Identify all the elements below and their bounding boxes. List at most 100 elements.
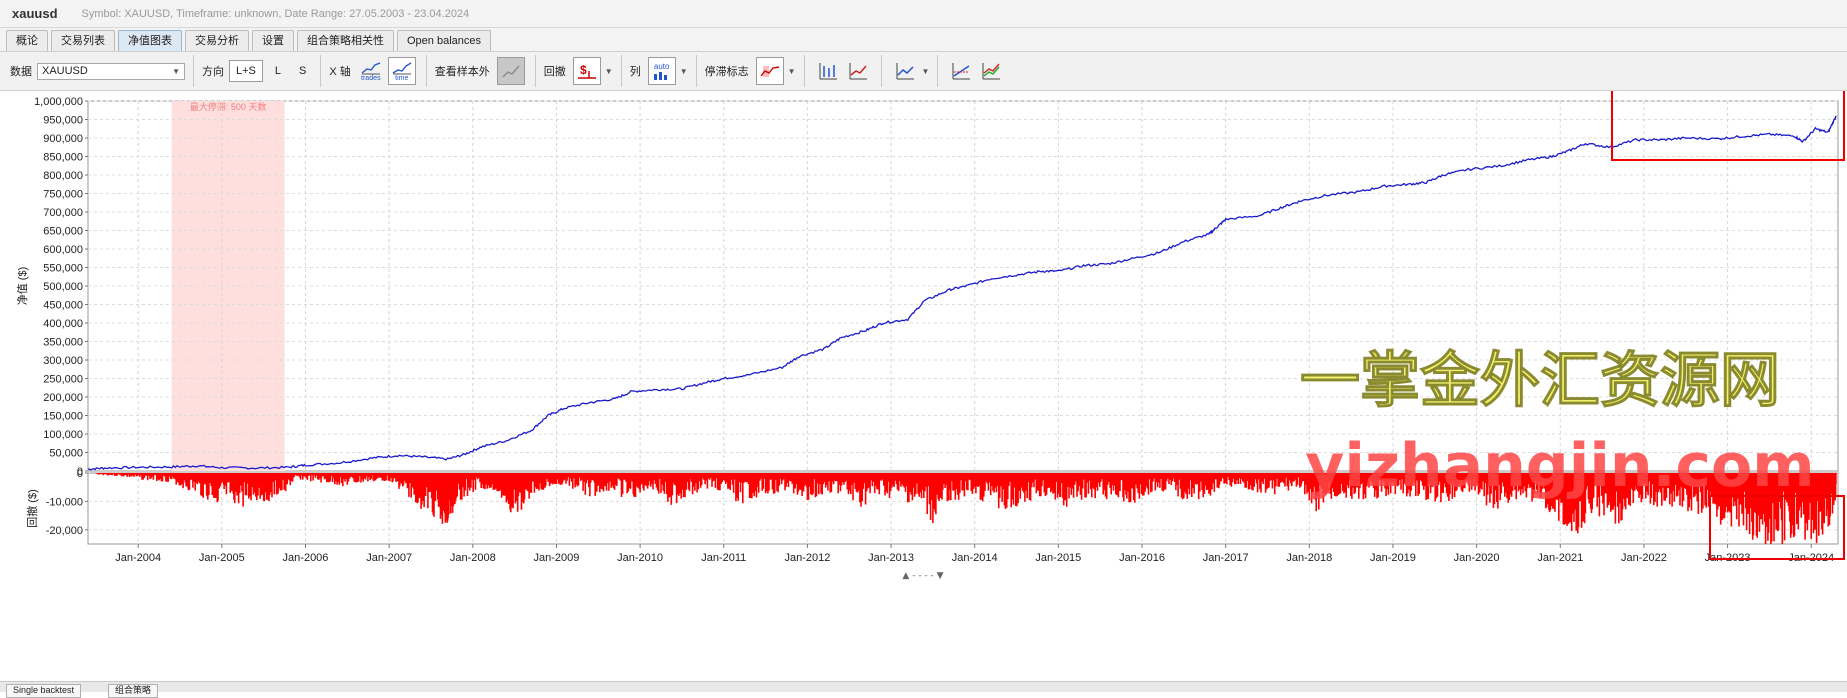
drawdown-y-tick-label: -10,000 <box>46 496 83 508</box>
equity-y-tick-label: 700,000 <box>43 207 83 219</box>
data-select[interactable]: XAUUSD ▼ <box>37 62 185 80</box>
data-group: 数据 XAUUSD ▼ <box>6 55 194 87</box>
watermark-title: 一掌金外汇资源网 <box>1300 346 1780 416</box>
x-tick-label: Jan-2016 <box>1119 552 1165 564</box>
x-tick-label: Jan-2010 <box>617 552 663 564</box>
bar-chart-icon <box>819 63 837 80</box>
equity-y-tick-label: 250,000 <box>43 374 83 386</box>
regression-icon <box>952 63 971 80</box>
stagnation-label: 停滞标志 <box>704 66 749 78</box>
equity-y-tick-label: 950,000 <box>43 115 83 127</box>
backtest-info: Symbol: XAUUSD, Timeframe: unknown, Date… <box>81 7 470 20</box>
direction-long-short-button[interactable]: L+S <box>229 60 263 82</box>
bar-chart-view-button[interactable] <box>815 58 841 84</box>
x-axis-time-label: time <box>395 74 409 82</box>
tab-correlation[interactable]: 组合策略相关性 <box>297 30 394 51</box>
equity-y-tick-label: 400,000 <box>43 318 83 330</box>
multi-series-chart-button[interactable] <box>978 58 1004 84</box>
x-axis-trades-label: trades <box>361 74 381 82</box>
compare-dropdown-icon[interactable]: ▼ <box>922 67 930 76</box>
x-tick-label: Jan-2007 <box>366 552 412 564</box>
drawdown-group: 回撤 $ ▼ <box>536 55 622 87</box>
tab-open-balances[interactable]: Open balances <box>397 30 491 51</box>
equity-y-tick-label: 500,000 <box>43 281 83 293</box>
regression-chart-button[interactable] <box>948 58 974 84</box>
stagnation-label: 最大停滞: 500 天数 <box>190 101 267 112</box>
line-chart-red-icon <box>849 63 867 80</box>
tab-settings[interactable]: 设置 <box>252 30 294 51</box>
direction-short-button[interactable]: S <box>293 61 312 81</box>
equity-y-tick-label: 800,000 <box>43 170 83 182</box>
multi-line-icon <box>982 63 1001 80</box>
equity-y-tick-label: 1,000,000 <box>34 96 83 108</box>
columns-dropdown-icon[interactable]: ▼ <box>680 67 688 76</box>
chevron-down-icon: ▼ <box>172 66 180 76</box>
x-tick-label: Jan-2014 <box>952 552 998 564</box>
equity-y-tick-label: 850,000 <box>43 152 83 164</box>
tab-equity-chart[interactable]: 净值图表 <box>118 30 182 51</box>
columns-group: 列 auto ▼ <box>622 55 697 87</box>
equity-y-tick-label: 50,000 <box>49 448 83 460</box>
x-tick-label: Jan-2020 <box>1454 552 1500 564</box>
x-tick-label: Jan-2022 <box>1621 552 1667 564</box>
oos-toggle-button[interactable] <box>496 57 525 85</box>
drawdown-mode-button[interactable]: $ <box>572 57 601 85</box>
equity-y-axis-label: 净值 ($) <box>15 267 29 306</box>
x-tick-label: Jan-2011 <box>701 552 746 564</box>
drawdown-dropdown-icon[interactable]: ▼ <box>605 67 613 76</box>
chart-compare-icon <box>896 63 914 80</box>
x-tick-label: Jan-2005 <box>199 552 245 564</box>
equity-chart-area: 最大停滞: 500 天数 Jan-2004 Jan-2005 Jan-2006 Jan-… <box>0 86 1847 670</box>
line-chart-view-button[interactable] <box>845 58 871 84</box>
x-axis-trades-button[interactable]: trades <box>358 58 384 84</box>
direction-group: 方向 L+S L S <box>194 55 322 87</box>
tab-overview[interactable]: 概论 <box>6 30 48 51</box>
stagnation-button[interactable] <box>755 57 784 85</box>
equity-chart[interactable]: 最大停滞: 500 天数 Jan-2004 Jan-2005 Jan-2006 Jan-… <box>0 86 1847 670</box>
x-tick-label: Jan-2006 <box>283 552 329 564</box>
x-axis-time-button[interactable]: time <box>387 57 416 85</box>
drawdown-y-tick-label: 0 <box>77 468 83 480</box>
chart-type-group <box>805 55 882 87</box>
equity-y-tick-label: 200,000 <box>43 392 83 404</box>
equity-y-tick-label: 350,000 <box>43 337 83 349</box>
drawdown-label: 回撤 <box>543 66 566 78</box>
tab-trade-list[interactable]: 交易列表 <box>51 30 115 51</box>
equity-y-tick-label: 550,000 <box>43 263 83 275</box>
compare-chart-button[interactable] <box>892 58 918 84</box>
line-chart-icon <box>361 61 381 74</box>
x-tick-label: Jan-2017 <box>1203 552 1249 564</box>
splitter-handle[interactable]: ▲ - - - - ▼ <box>902 571 943 581</box>
direction-long-button[interactable]: L <box>269 61 287 81</box>
tab-trade-analysis[interactable]: 交易分析 <box>185 30 249 51</box>
chart-toolbar: 数据 XAUUSD ▼ 方向 L+S L S X 轴 trades time 查… <box>0 51 1847 91</box>
x-tick-label: Jan-2021 <box>1537 552 1583 564</box>
drawdown-y-tick-label: -20,000 <box>46 525 83 537</box>
compare-group: ▼ <box>882 55 939 87</box>
bottom-tab-bar: Single backtest 组合策略 <box>0 681 1847 698</box>
watermark-url: yizhangjin.com <box>1305 431 1814 501</box>
equity-y-tick-label: 100,000 <box>43 429 83 441</box>
oos-group: 查看样本外 <box>427 55 536 87</box>
x-axis-group: X 轴 trades time <box>321 55 427 87</box>
dollar-drawdown-icon: $ <box>577 63 596 79</box>
stagnation-dropdown-icon[interactable]: ▼ <box>788 67 796 76</box>
result-tabs: 概论 交易列表 净值图表 交易分析 设置 组合策略相关性 Open balanc… <box>0 28 1847 51</box>
x-tick-label: Jan-2018 <box>1286 552 1332 564</box>
direction-label: 方向 <box>202 66 224 78</box>
x-tick-label: Jan-2013 <box>868 552 914 564</box>
x-tick-label: Jan-2015 <box>1035 552 1081 564</box>
tab-portfolio[interactable]: 组合策略 <box>108 684 159 698</box>
tab-single-backtest[interactable]: Single backtest <box>6 684 82 698</box>
extra-chart-group <box>938 55 1014 87</box>
stagnation-icon <box>760 66 779 77</box>
columns-auto-button[interactable]: auto <box>647 57 676 85</box>
equity-y-tick-label: 650,000 <box>43 226 83 238</box>
equity-y-tick-label: 450,000 <box>43 300 83 312</box>
svg-text:$: $ <box>580 63 587 77</box>
line-chart-icon <box>392 61 412 74</box>
chart-gray-icon <box>502 65 520 78</box>
x-tick-label: Jan-2004 <box>115 552 161 564</box>
data-select-value: XAUUSD <box>42 65 88 77</box>
x-tick-label: Jan-2019 <box>1370 552 1416 564</box>
